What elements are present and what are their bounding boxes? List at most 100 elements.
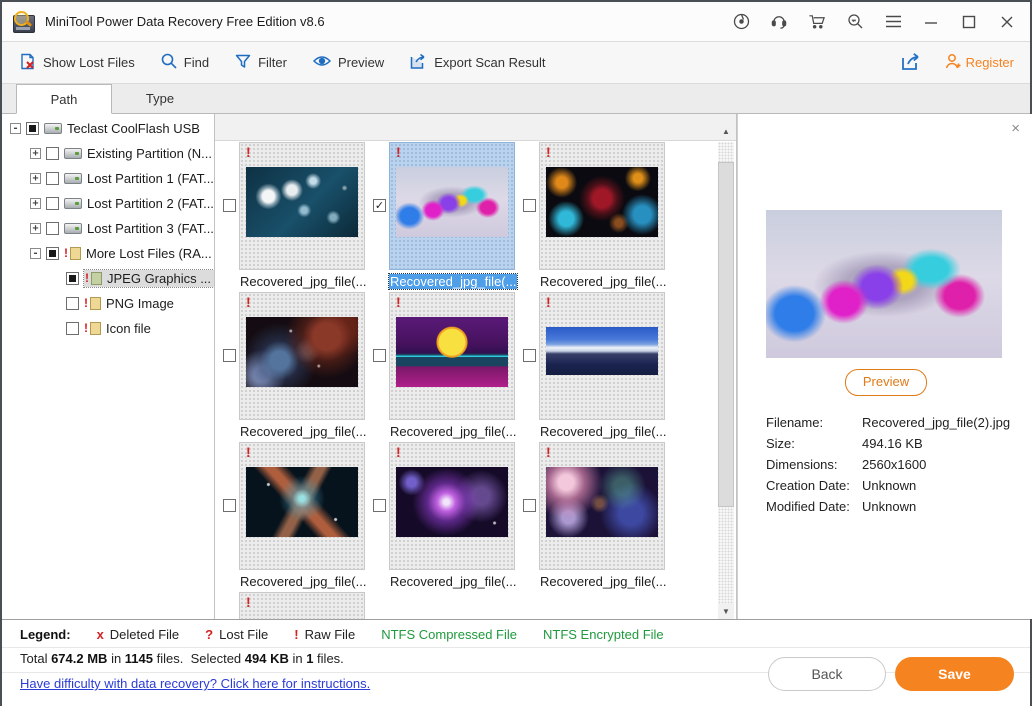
file-name-label[interactable]: Recovered_jpg_file(... (239, 574, 367, 589)
tree-item-body[interactable]: !JPEG Graphics ... (84, 270, 214, 287)
file-card[interactable]: ! (239, 442, 365, 570)
tree-checkbox[interactable] (66, 322, 79, 335)
file-name[interactable]: Recovered_jpg_file(... (539, 574, 679, 589)
scroll-down-icon[interactable]: ▼ (718, 604, 734, 619)
tree-checkbox[interactable] (46, 197, 59, 210)
tree-item-body[interactable]: Lost Partition 3 (FAT... (64, 221, 214, 236)
file-name-label[interactable]: Recovered_jpg_file(... (239, 274, 367, 289)
file-checkbox[interactable] (523, 349, 536, 362)
file-name[interactable]: Recovered_jpg_file(... (239, 274, 379, 289)
tree-item[interactable]: !JPEG Graphics ... (2, 266, 214, 291)
file-card[interactable]: ! (389, 292, 515, 420)
disc-icon[interactable] (732, 13, 750, 31)
tree-item[interactable]: + Existing Partition (N... (2, 141, 214, 166)
tree-item-body[interactable]: Existing Partition (N... (64, 146, 212, 161)
file-name-label[interactable]: Recovered_jpg_file(... (239, 424, 367, 439)
file-checkbox[interactable] (523, 499, 536, 512)
file-name[interactable]: Recovered_jpg_file(... (389, 574, 529, 589)
file-card[interactable]: ! (239, 142, 365, 270)
file-checkbox[interactable] (373, 349, 386, 362)
file-checkbox[interactable] (223, 199, 236, 212)
file-name-label[interactable]: Recovered_jpg_file(... (389, 424, 517, 439)
tree-expander-icon[interactable]: - (30, 248, 41, 259)
file-card[interactable]: ! (539, 142, 665, 270)
tree-checkbox[interactable] (46, 247, 59, 260)
tree-expander-icon[interactable]: + (30, 148, 41, 159)
tree-checkbox[interactable] (46, 172, 59, 185)
file-name[interactable]: Recovered_jpg_file(... (239, 574, 379, 589)
file-name-label[interactable]: Recovered_jpg_file(... (389, 574, 517, 589)
preview-button-toolbar[interactable]: Preview (313, 54, 384, 71)
tree-item-body[interactable]: Lost Partition 2 (FAT... (64, 196, 214, 211)
help-link[interactable]: Have difficulty with data recovery? Clic… (20, 676, 370, 691)
close-icon[interactable] (998, 13, 1016, 31)
minimize-icon[interactable] (922, 13, 940, 31)
tree-item[interactable]: - !More Lost Files (RA... (2, 241, 214, 266)
file-checkbox[interactable] (223, 349, 236, 362)
tree-expander-icon[interactable]: + (30, 198, 41, 209)
file-name[interactable]: Recovered_jpg_file(... (539, 424, 679, 439)
tab-path[interactable]: Path (16, 84, 112, 114)
file-checkbox[interactable] (523, 199, 536, 212)
tree-expander-icon[interactable]: - (10, 123, 21, 134)
filter-button[interactable]: Filter (235, 53, 287, 72)
file-card[interactable]: ! (239, 292, 365, 420)
tree-checkbox[interactable] (46, 147, 59, 160)
preview-button[interactable]: Preview (845, 369, 927, 396)
file-name[interactable]: Recovered_jpg_file(... (239, 424, 379, 439)
save-button[interactable]: Save (895, 657, 1014, 691)
tree-checkbox[interactable] (46, 222, 59, 235)
back-button[interactable]: Back (768, 657, 886, 691)
menu-icon[interactable] (884, 13, 902, 31)
tree-checkbox[interactable] (66, 297, 79, 310)
file-name-label[interactable]: Recovered_jpg_file(... (539, 274, 667, 289)
file-card[interactable]: ! (539, 292, 665, 420)
tree-item[interactable]: + Lost Partition 1 (FAT... (2, 166, 214, 191)
register-button[interactable]: Register (944, 53, 1014, 73)
support-icon[interactable] (770, 13, 788, 31)
tab-type[interactable]: Type (112, 84, 208, 113)
tree-item-body[interactable]: !Icon file (84, 321, 151, 336)
file-checkbox[interactable]: ✓ (373, 199, 386, 212)
preview-close-icon[interactable]: × (1011, 120, 1020, 137)
maximize-icon[interactable] (960, 13, 978, 31)
status-segment: Total (20, 651, 51, 666)
tree-item[interactable]: - Teclast CoolFlash USB (2, 116, 214, 141)
file-checkbox[interactable] (223, 499, 236, 512)
tree-item-body[interactable]: Teclast CoolFlash USB (44, 121, 200, 136)
file-name[interactable]: Recovered_jpg_file(... (389, 274, 529, 289)
file-name[interactable]: Recovered_jpg_file(... (389, 424, 529, 439)
file-name-label[interactable]: Recovered_jpg_file(... (389, 274, 517, 289)
license-key-icon[interactable] (846, 13, 864, 31)
file-name-label[interactable]: Recovered_jpg_file(... (539, 424, 667, 439)
file-checkbox[interactable] (373, 499, 386, 512)
tree-item[interactable]: + Lost Partition 3 (FAT... (2, 216, 214, 241)
show-lost-files-button[interactable]: Show Lost Files (20, 53, 135, 73)
tree-checkbox[interactable] (66, 272, 79, 285)
file-name[interactable]: Recovered_jpg_file(... (539, 274, 679, 289)
tree-item-body[interactable]: !More Lost Files (RA... (64, 246, 212, 261)
file-name-label[interactable]: Recovered_jpg_file(... (539, 574, 667, 589)
tree-item[interactable]: !PNG Image (2, 291, 214, 316)
scroll-up-icon[interactable]: ▲ (718, 124, 734, 140)
cart-icon[interactable] (808, 13, 826, 31)
find-button[interactable]: Find (161, 53, 209, 72)
tree-item-body[interactable]: !PNG Image (84, 296, 174, 311)
grid-scrollbar[interactable]: ▲ ▼ (718, 142, 734, 619)
export-scan-result-button[interactable]: Export Scan Result (410, 53, 545, 73)
tree-item[interactable]: + Lost Partition 2 (FAT... (2, 191, 214, 216)
file-info-value: Recovered_jpg_file(2).jpg (862, 415, 1010, 430)
tree-item-body[interactable]: Lost Partition 1 (FAT... (64, 171, 214, 186)
tree-checkbox[interactable] (26, 122, 39, 135)
tree-expander-icon[interactable]: + (30, 223, 41, 234)
tree-expander-icon[interactable]: + (30, 173, 41, 184)
share-icon[interactable] (901, 52, 922, 74)
export-icon (410, 53, 427, 73)
file-card[interactable]: ! (389, 142, 515, 270)
raw-file-badge: ! (546, 294, 551, 310)
scrollbar-thumb[interactable] (718, 162, 734, 507)
file-card[interactable]: ! (539, 442, 665, 570)
file-card[interactable]: ! (389, 442, 515, 570)
tree-item[interactable]: !Icon file (2, 316, 214, 341)
file-card[interactable]: ! (239, 592, 365, 619)
